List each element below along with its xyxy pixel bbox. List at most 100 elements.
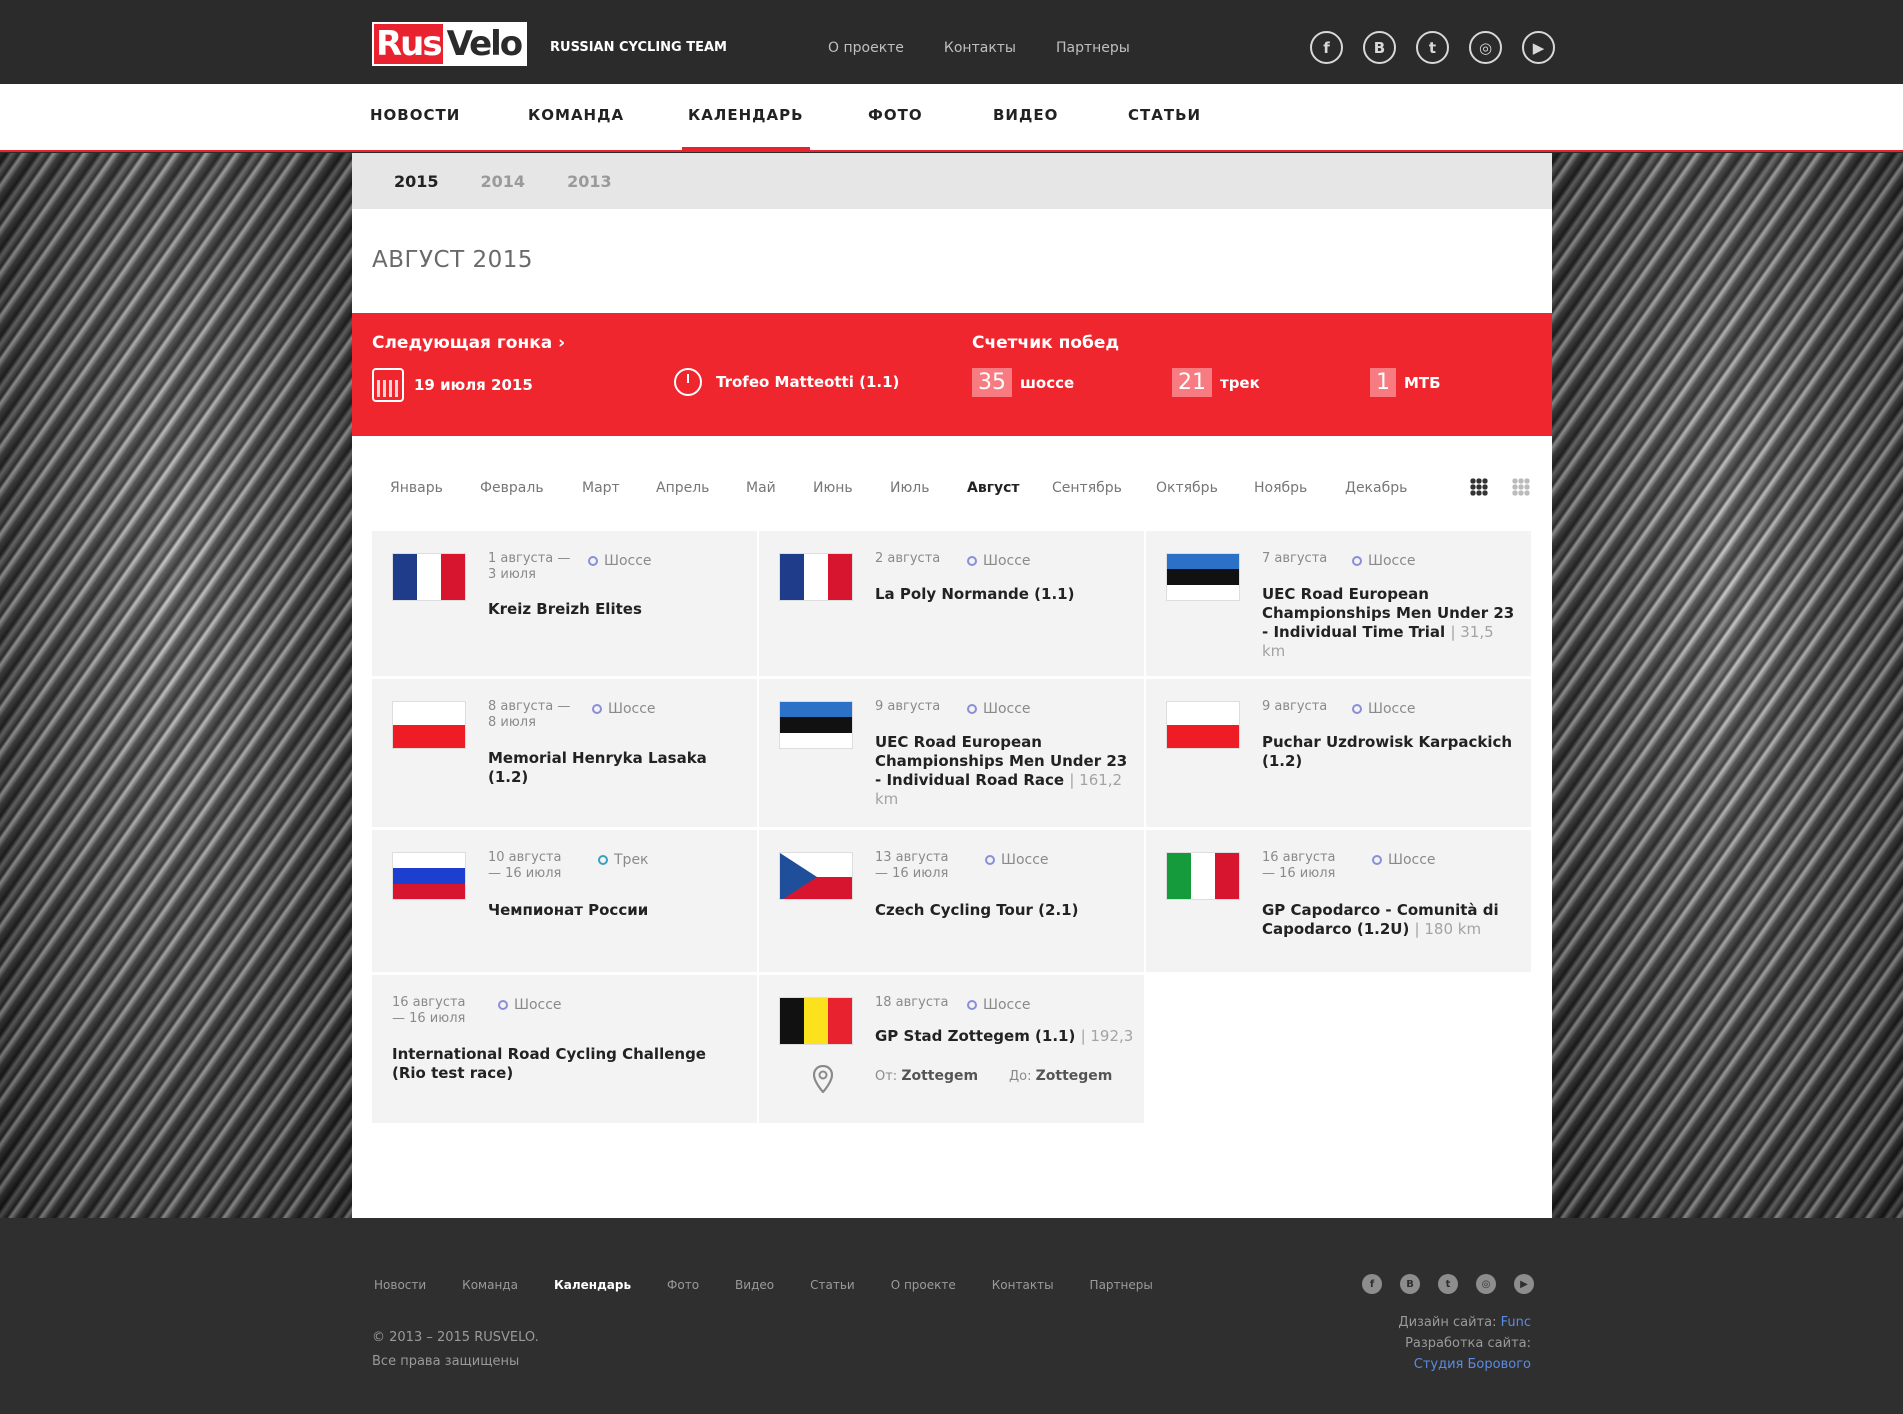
top-link-about[interactable]: О проекте	[828, 40, 904, 56]
race-title[interactable]: Memorial Henryka Lasaka (1.2)	[488, 749, 743, 787]
design-link[interactable]: Func	[1501, 1315, 1531, 1330]
road-type-icon	[1352, 704, 1362, 714]
race-title[interactable]: Czech Cycling Tour (2.1)	[875, 901, 1130, 920]
rusvelo-logo[interactable]: Rus Velo	[372, 22, 532, 66]
youtube-icon[interactable]: ▶	[1522, 31, 1555, 64]
footer-link-partners[interactable]: Партнеры	[1090, 1278, 1153, 1292]
track-type-icon	[598, 855, 608, 865]
nav-news[interactable]: НОВОСТИ	[370, 84, 460, 150]
race-from-value: Zottegem	[901, 1068, 979, 1084]
race-type: Шоссе	[1352, 553, 1416, 569]
race-card[interactable]: 1 августа — 3 июля Шоссе Kreiz Breizh El…	[372, 531, 757, 676]
footer-link-video[interactable]: Видео	[735, 1278, 774, 1292]
next-race-name-text[interactable]: Trofeo Matteotti (1.1)	[716, 373, 899, 391]
race-title[interactable]: UEC Road European Championships Men Unde…	[1262, 585, 1517, 661]
main-nav: НОВОСТИ КОМАНДА КАЛЕНДАРЬ ФОТО ВИДЕО СТА…	[0, 84, 1903, 152]
month-tab-may[interactable]: Май	[746, 480, 776, 496]
race-card[interactable]: 16 августа — 16 июля Шоссе International…	[372, 975, 757, 1123]
race-type-label: Трек	[614, 852, 649, 868]
dev-link[interactable]: Студия Борового	[1398, 1354, 1531, 1375]
youtube-icon[interactable]: ▶	[1514, 1274, 1534, 1294]
race-title[interactable]: GP Capodarco - Comunità di Capodarco (1.…	[1262, 901, 1517, 939]
rights-text: Все права защищены	[372, 1354, 520, 1369]
race-type: Шоссе	[592, 701, 656, 717]
month-tab-apr[interactable]: Апрель	[656, 480, 709, 496]
race-title[interactable]: International Road Cycling Challenge (Ri…	[392, 1045, 742, 1083]
month-tab-nov[interactable]: Ноябрь	[1254, 480, 1307, 496]
month-tab-dec[interactable]: Декабрь	[1345, 480, 1407, 496]
year-tab-2015[interactable]: 2015	[394, 172, 439, 191]
nav-articles[interactable]: СТАТЬИ	[1128, 84, 1201, 150]
race-title[interactable]: La Poly Normande (1.1)	[875, 585, 1130, 604]
race-card[interactable]: 13 августа — 16 июля Шоссе Czech Cycling…	[759, 830, 1144, 972]
race-type: Шоссе	[588, 553, 652, 569]
top-link-partners[interactable]: Партнеры	[1056, 40, 1130, 56]
instagram-icon[interactable]: ◎	[1469, 31, 1502, 64]
footer-link-contacts[interactable]: Контакты	[992, 1278, 1054, 1292]
facebook-icon[interactable]: f	[1362, 1274, 1382, 1294]
race-card[interactable]: 2 августа Шоссе La Poly Normande (1.1)	[759, 531, 1144, 676]
calendar-panel: 2015 2014 2013 АВГУСТ 2015 Следующая гон…	[352, 153, 1552, 1218]
race-card[interactable]: 9 августа Шоссе Puchar Uzdrowisk Karpack…	[1146, 679, 1531, 827]
calendar-view-icon[interactable]	[1512, 478, 1530, 496]
copyright: © 2013 – 2015 RUSVELO. Все права защищен…	[372, 1326, 539, 1374]
race-card[interactable]: 8 августа — 8 июля Шоссе Memorial Henryk…	[372, 679, 757, 827]
nav-photo[interactable]: ФОТО	[868, 84, 923, 150]
instagram-icon[interactable]: ◎	[1476, 1274, 1496, 1294]
race-card[interactable]: 10 августа — 16 июля Трек Чемпионат Росс…	[372, 830, 757, 972]
race-type: Шоссе	[967, 553, 1031, 569]
vk-icon[interactable]: B	[1400, 1274, 1420, 1294]
credits: Дизайн сайта: Func Разработка сайта: Сту…	[1398, 1312, 1531, 1375]
footer-link-about[interactable]: О проекте	[891, 1278, 956, 1292]
stopwatch-icon	[674, 368, 702, 396]
race-card[interactable]: 18 августа Шоссе GP Stad Zottegem (1.1) …	[759, 975, 1144, 1123]
race-title[interactable]: GP Stad Zottegem (1.1) | 192,3	[875, 1027, 1135, 1046]
month-tab-aug[interactable]: Август	[967, 480, 1020, 496]
race-title[interactable]: Чемпионат России	[488, 901, 743, 920]
facebook-icon[interactable]: f	[1310, 31, 1343, 64]
flag-france-icon	[392, 553, 466, 601]
footer-link-news[interactable]: Новости	[374, 1278, 426, 1292]
vk-icon[interactable]: B	[1363, 31, 1396, 64]
footer-link-team[interactable]: Команда	[462, 1278, 518, 1292]
footer-link-articles[interactable]: Статьи	[810, 1278, 855, 1292]
race-card[interactable]: 9 августа Шоссе UEC Road European Champi…	[759, 679, 1144, 827]
footer-link-photo[interactable]: Фото	[667, 1278, 699, 1292]
month-tab-jun[interactable]: Июнь	[813, 480, 853, 496]
race-to: До: Zottegem	[1009, 1068, 1112, 1084]
month-tab-jan[interactable]: Январь	[390, 480, 443, 496]
month-tab-sep[interactable]: Сентябрь	[1052, 480, 1122, 496]
month-tab-mar[interactable]: Март	[582, 480, 620, 496]
nav-team[interactable]: КОМАНДА	[528, 84, 624, 150]
month-tab-jul[interactable]: Июль	[890, 480, 929, 496]
race-title[interactable]: UEC Road European Championships Men Unde…	[875, 733, 1130, 809]
race-title[interactable]: Puchar Uzdrowisk Karpackich (1.2)	[1262, 733, 1517, 771]
top-link-contacts[interactable]: Контакты	[944, 40, 1016, 56]
nav-calendar[interactable]: КАЛЕНДАРЬ	[682, 84, 810, 152]
race-title-text: Puchar Uzdrowisk Karpackich (1.2)	[1262, 733, 1513, 770]
month-tab-feb[interactable]: Февраль	[480, 480, 544, 496]
year-tabs: 2015 2014 2013	[352, 153, 1552, 209]
nav-video[interactable]: ВИДЕО	[993, 84, 1058, 150]
race-from: От: Zottegem	[875, 1068, 978, 1084]
wins-road: 35 шоссе	[972, 368, 1074, 397]
race-from-label: От:	[875, 1069, 898, 1084]
wins-mtb: 1 МТБ	[1370, 368, 1441, 397]
footer-link-calendar[interactable]: Календарь	[554, 1278, 631, 1292]
race-title[interactable]: Kreiz Breizh Elites	[488, 600, 743, 619]
dev-label: Разработка сайта:	[1405, 1336, 1531, 1351]
race-card[interactable]: 7 августа Шоссе UEC Road European Champi…	[1146, 531, 1531, 676]
next-race-link[interactable]: Следующая гонка ›	[372, 333, 565, 353]
race-to-label: До:	[1009, 1069, 1032, 1084]
month-tab-oct[interactable]: Октябрь	[1156, 480, 1218, 496]
twitter-icon[interactable]: t	[1416, 31, 1449, 64]
year-tab-2013[interactable]: 2013	[567, 172, 612, 191]
race-title-text: GP Stad Zottegem (1.1)	[875, 1027, 1076, 1045]
race-date: 1 августа — 3 июля	[488, 551, 571, 582]
twitter-icon[interactable]: t	[1438, 1274, 1458, 1294]
race-date: 8 августа — 8 июля	[488, 699, 571, 730]
grid-view-icon[interactable]	[1470, 478, 1488, 496]
race-type-label: Шоссе	[1368, 701, 1416, 717]
race-card[interactable]: 16 августа — 16 июля Шоссе GP Capodarco …	[1146, 830, 1531, 972]
year-tab-2014[interactable]: 2014	[481, 172, 526, 191]
